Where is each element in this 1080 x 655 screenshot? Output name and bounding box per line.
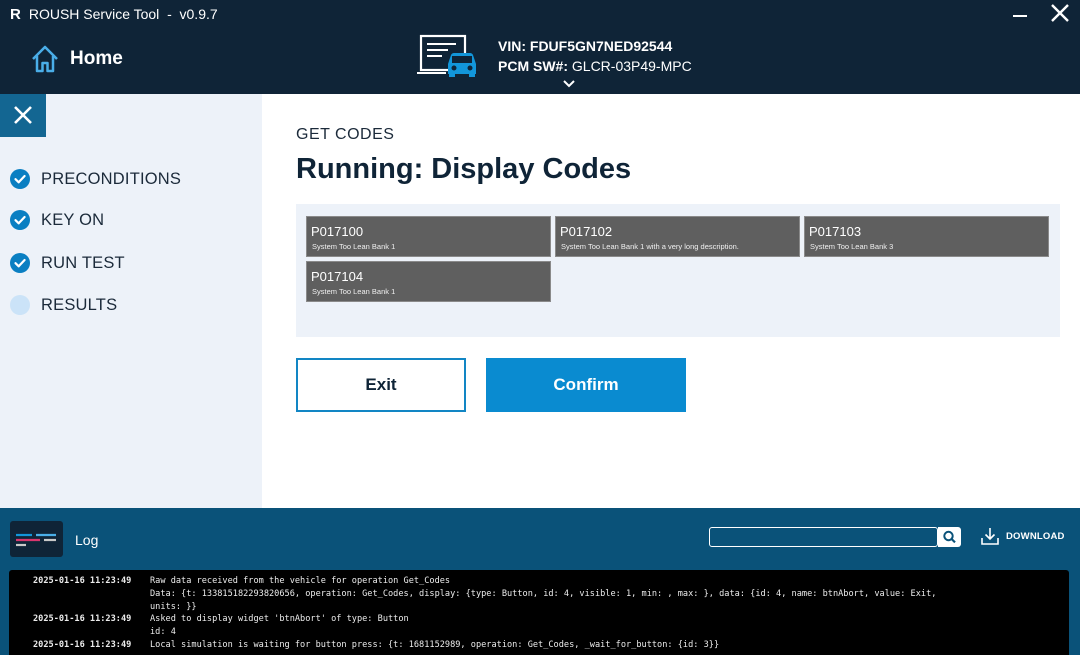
- code-card[interactable]: P017102 System Too Lean Bank 1 with a ve…: [555, 216, 800, 257]
- code-id: P017102: [560, 224, 613, 239]
- pcm-label: PCM SW#:: [498, 58, 568, 74]
- log-line: units: }}: [150, 601, 197, 612]
- home-label: Home: [70, 48, 123, 69]
- log-line: id: 4: [150, 627, 176, 638]
- log-title: Log: [75, 532, 99, 548]
- log-line: Asked to display widget 'btnAbort' of ty…: [150, 614, 409, 625]
- step-run-test: RUN TEST: [10, 252, 125, 274]
- download-icon: [981, 528, 999, 545]
- step-label: KEY ON: [41, 210, 105, 229]
- home-button[interactable]: Home: [30, 44, 123, 74]
- step-label: PRECONDITIONS: [41, 169, 182, 188]
- code-card[interactable]: P017103 System Too Lean Bank 3: [804, 216, 1049, 257]
- log-output: 2025-01-16 11:23:49 Raw data received fr…: [9, 570, 1069, 655]
- codes-panel: P017100 System Too Lean Bank 1 P017102 S…: [296, 204, 1060, 337]
- check-circle-icon: [10, 169, 30, 189]
- pcm-software-number: PCM SW#: GLCR-03P49-MPC: [498, 58, 692, 74]
- check-circle-icon: [10, 210, 30, 230]
- vin-label: VIN: FDUF5GN7NED92544: [498, 38, 673, 54]
- log-timestamp: 2025-01-16 11:23:49: [33, 614, 132, 625]
- log-timestamp: 2025-01-16 11:23:49: [33, 639, 132, 650]
- window-title-bar: R ROUSH Service Tool - v0.9.7: [10, 5, 218, 23]
- page-title: Running: Display Codes: [296, 153, 632, 185]
- code-description: System Too Lean Bank 3: [810, 242, 894, 251]
- log-download-button[interactable]: DOWNLOAD: [980, 526, 1065, 546]
- pending-step-icon: [10, 295, 30, 315]
- chevron-down-icon: [563, 80, 575, 88]
- vehicle-document-icon: [416, 34, 480, 83]
- code-card[interactable]: P017104 System Too Lean Bank 1: [306, 261, 551, 302]
- code-id: P017104: [311, 269, 364, 284]
- log-entry: 2025-01-16 11:23:49 Local simulation is …: [33, 639, 1069, 652]
- log-search-input[interactable]: [709, 527, 938, 547]
- log-entry: 2025-01-16 11:23:49 Asked to display wid…: [33, 613, 1069, 639]
- close-icon: [14, 106, 32, 124]
- close-icon: [1051, 4, 1069, 22]
- code-id: P017103: [809, 224, 862, 239]
- code-card[interactable]: P017100 System Too Lean Bank 1: [306, 216, 551, 257]
- search-icon: [943, 530, 956, 544]
- roush-logo: R: [10, 5, 21, 23]
- step-label: RESULTS: [41, 295, 118, 314]
- minimize-button[interactable]: [1007, 2, 1035, 26]
- window-title: ROUSH Service Tool - v0.9.7: [28, 6, 218, 22]
- log-entry: 2025-01-16 11:23:49 Raw data received fr…: [33, 575, 1069, 613]
- steps-sidebar: PRECONDITIONS KEY ON RUN TEST RESULTS: [0, 94, 262, 508]
- home-icon: [32, 45, 58, 73]
- code-description: System Too Lean Bank 1: [312, 242, 396, 251]
- exit-button[interactable]: Exit: [296, 358, 466, 412]
- section-label: GET CODES: [296, 126, 395, 143]
- pcm-value: GLCR-03P49-MPC: [571, 58, 692, 74]
- log-line: Data: {t: 133815182293820656, operation:…: [150, 588, 937, 599]
- step-preconditions: PRECONDITIONS: [10, 168, 181, 190]
- code-id: P017100: [311, 224, 364, 239]
- close-window-button[interactable]: [1046, 2, 1074, 26]
- log-line: Local simulation is waiting for button p…: [150, 639, 720, 650]
- confirm-button[interactable]: Confirm: [486, 358, 686, 412]
- log-icon: [10, 521, 63, 557]
- log-line: Raw data received from the vehicle for o…: [150, 576, 451, 586]
- log-timestamp: 2025-01-16 11:23:49: [33, 576, 132, 586]
- check-circle-icon: [10, 253, 30, 273]
- header-bar: R ROUSH Service Tool - v0.9.7 Home VIN: …: [0, 0, 1080, 94]
- close-sidebar-button[interactable]: [0, 94, 46, 137]
- code-description: System Too Lean Bank 1 with a very long …: [561, 242, 739, 251]
- vehicle-info-expand-button[interactable]: [562, 76, 576, 94]
- step-label: RUN TEST: [41, 253, 125, 272]
- log-search-button[interactable]: [938, 527, 961, 547]
- download-label: DOWNLOAD: [1006, 530, 1065, 542]
- code-description: System Too Lean Bank 1: [312, 287, 396, 296]
- step-results: RESULTS: [10, 294, 117, 316]
- step-key-on: KEY ON: [10, 209, 104, 231]
- log-panel: Log DOWNLOAD 2025-01-16 11:23:49 Raw dat…: [0, 508, 1080, 655]
